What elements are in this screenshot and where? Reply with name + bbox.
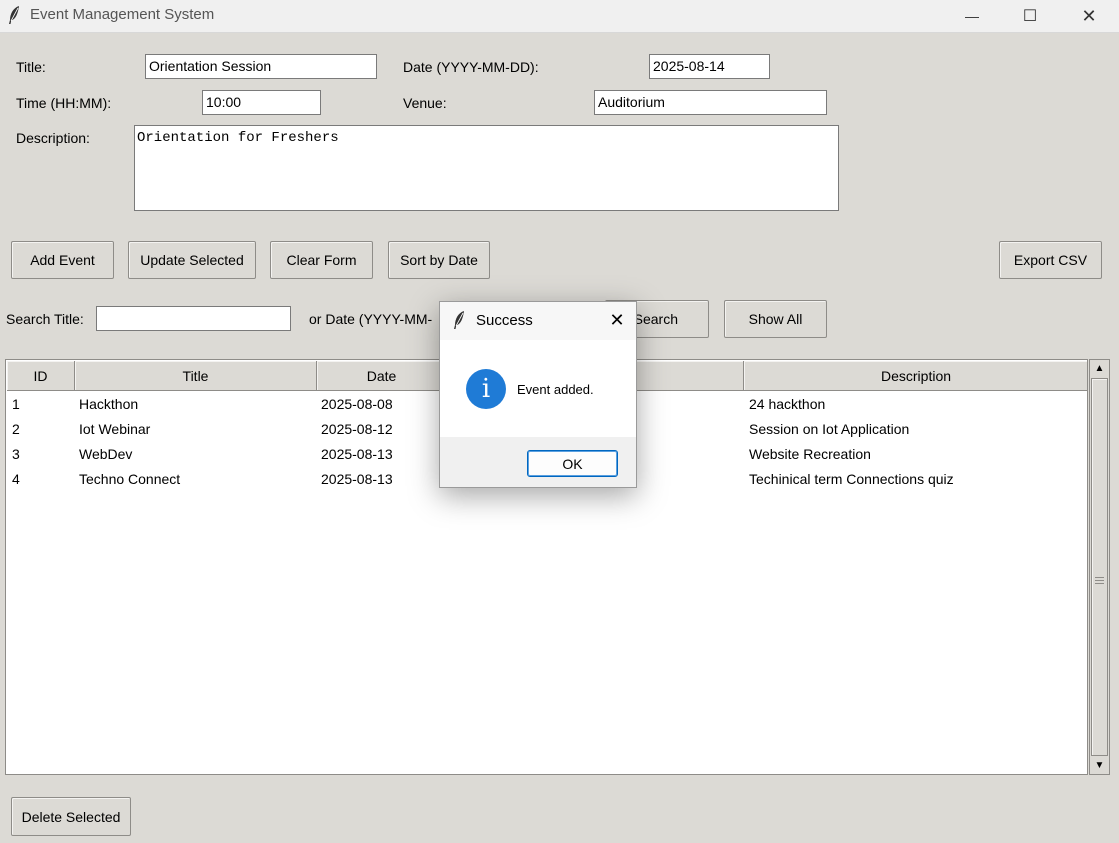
table-scrollbar[interactable]: ▲ ▼ [1089, 359, 1110, 775]
table-cell-title[interactable]: Hackthon [79, 396, 138, 412]
table-cell-description[interactable]: Techinical term Connections quiz [749, 471, 954, 487]
title-label: Title: [16, 59, 46, 75]
show-all-button[interactable]: Show All [724, 300, 827, 338]
column-header-id[interactable]: ID [7, 361, 75, 391]
scroll-down-icon[interactable]: ▼ [1091, 757, 1108, 774]
table-cell-date[interactable]: 2025-08-12 [321, 421, 393, 437]
ok-button[interactable]: OK [527, 450, 618, 477]
table-cell-date[interactable]: 2025-08-13 [321, 446, 393, 462]
dialog-body: i Event added. [440, 340, 636, 437]
date-label: Date (YYYY-MM-DD): [403, 59, 539, 75]
table-cell-id[interactable]: 4 [12, 471, 20, 487]
table-cell-id[interactable]: 1 [12, 396, 20, 412]
date-input[interactable]: 2025-08-14 [649, 54, 770, 79]
table-cell-title[interactable]: Iot Webinar [79, 421, 150, 437]
feather-icon [9, 6, 19, 24]
success-dialog: Success ✕ i Event added. OK [439, 301, 637, 488]
search-title-input[interactable] [96, 306, 291, 331]
search-date-label: or Date (YYYY-MM- [309, 311, 433, 327]
table-cell-date[interactable]: 2025-08-13 [321, 471, 393, 487]
table-cell-title[interactable]: WebDev [79, 446, 132, 462]
column-header-description[interactable]: Description [744, 361, 1087, 391]
maximize-button[interactable]: ☐ [1002, 0, 1058, 32]
table-cell-description[interactable]: Website Recreation [749, 446, 871, 462]
search-title-label: Search Title: [6, 311, 84, 327]
table-cell-description[interactable]: 24 hackthon [749, 396, 825, 412]
window-titlebar: Event Management System — ☐ ✕ [0, 0, 1119, 33]
feather-icon [454, 311, 464, 329]
update-selected-button[interactable]: Update Selected [128, 241, 256, 279]
table-cell-description[interactable]: Session on Iot Application [749, 421, 909, 437]
dialog-message: Event added. [517, 382, 594, 397]
minimize-button[interactable]: — [944, 0, 1000, 32]
info-icon: i [466, 369, 506, 409]
column-header-date[interactable]: Date [317, 361, 447, 391]
table-cell-date[interactable]: 2025-08-08 [321, 396, 393, 412]
delete-selected-button[interactable]: Delete Selected [11, 797, 131, 836]
time-input[interactable]: 10:00 [202, 90, 321, 115]
sort-by-date-button[interactable]: Sort by Date [388, 241, 490, 279]
scrollbar-thumb[interactable] [1091, 378, 1108, 756]
dialog-close-icon[interactable]: ✕ [606, 308, 628, 332]
description-label: Description: [16, 130, 90, 146]
close-button[interactable]: ✕ [1061, 0, 1117, 32]
export-csv-button[interactable]: Export CSV [999, 241, 1102, 279]
scroll-up-icon[interactable]: ▲ [1091, 360, 1108, 377]
time-label: Time (HH:MM): [16, 95, 112, 111]
dialog-title: Success [476, 312, 533, 329]
dialog-titlebar: Success ✕ [440, 302, 636, 340]
table-cell-id[interactable]: 3 [12, 446, 20, 462]
venue-label: Venue: [403, 95, 447, 111]
column-header-title[interactable]: Title [75, 361, 317, 391]
window-title: Event Management System [30, 6, 215, 23]
description-textarea[interactable]: Orientation for Freshers [134, 125, 839, 211]
clear-form-button[interactable]: Clear Form [270, 241, 373, 279]
add-event-button[interactable]: Add Event [11, 241, 114, 279]
venue-input[interactable]: Auditorium [594, 90, 827, 115]
title-input[interactable]: Orientation Session [145, 54, 377, 79]
table-cell-title[interactable]: Techno Connect [79, 471, 180, 487]
table-cell-id[interactable]: 2 [12, 421, 20, 437]
